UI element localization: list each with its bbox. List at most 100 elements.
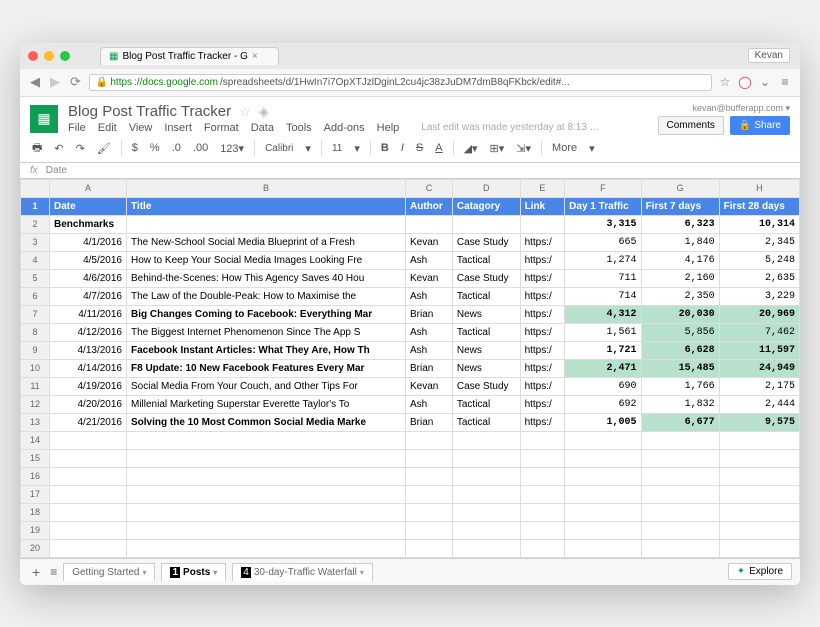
font-size[interactable]: 11	[330, 143, 344, 154]
browser-tab[interactable]: ▦ Blog Post Traffic Tracker - G ×	[100, 47, 279, 65]
sheet-tab-posts[interactable]: 1Posts▾	[161, 563, 226, 581]
fx-icon: fx	[30, 165, 38, 176]
doc-title[interactable]: Blog Post Traffic Tracker	[68, 103, 231, 120]
share-icon: 🔒	[739, 120, 751, 131]
italic-icon[interactable]: I	[399, 142, 406, 154]
print-icon[interactable]: 🖶	[30, 139, 44, 158]
col-header-f[interactable]: F	[565, 179, 641, 197]
col-header-c[interactable]: C	[406, 179, 453, 197]
menu-icon[interactable]: ≡	[778, 75, 792, 89]
table-row[interactable]: 84/12/2016The Biggest Internet Phenomeno…	[21, 323, 800, 341]
borders-icon[interactable]: ⊞▾	[488, 142, 507, 155]
increase-decimal-icon[interactable]: .00	[191, 142, 210, 154]
sheet-tab-waterfall[interactable]: 430-day-Traffic Waterfall▾	[232, 563, 373, 581]
star-icon[interactable]: ☆	[239, 104, 251, 120]
sheets-logo[interactable]: ▦	[30, 105, 58, 133]
paint-format-icon[interactable]: 🖌	[95, 142, 113, 155]
back-button[interactable]: ◀	[28, 74, 42, 90]
table-row[interactable]: 44/5/2016How to Keep Your Social Media I…	[21, 251, 800, 269]
table-row[interactable]: 15	[21, 449, 800, 467]
explore-icon: ✦	[737, 566, 745, 577]
col-header-h[interactable]: H	[719, 179, 799, 197]
maximize-window-button[interactable]	[60, 51, 70, 61]
comments-button[interactable]: Comments	[658, 116, 724, 135]
menu-insert[interactable]: Insert	[164, 122, 192, 134]
sheet-tabs-bar: + ≡ Getting Started▾ 1Posts▾ 430-day-Tra…	[20, 558, 800, 585]
tab-close-icon[interactable]: ×	[252, 51, 258, 62]
col-header-b[interactable]: B	[127, 179, 406, 197]
col-header-e[interactable]: E	[520, 179, 565, 197]
currency-icon[interactable]: $	[130, 142, 140, 154]
menu-bar: File Edit View Insert Format Data Tools …	[68, 122, 648, 134]
column-headers: A B C D E F G H	[21, 179, 800, 197]
explore-button[interactable]: ✦Explore	[728, 563, 792, 580]
menu-help[interactable]: Help	[377, 122, 400, 134]
fill-color-icon[interactable]: ◢▾	[462, 142, 480, 155]
add-sheet-button[interactable]: +	[28, 564, 44, 580]
spreadsheet-grid[interactable]: A B C D E F G H 1DateTitleAuthorCatagory…	[20, 179, 800, 558]
table-row[interactable]: 134/21/2016Solving the 10 Most Common So…	[21, 413, 800, 431]
url-path: /spreadsheets/d/1HwIn7i7OpXTJzlDginL2cu4…	[220, 77, 570, 88]
percent-icon[interactable]: %	[148, 142, 162, 154]
user-email[interactable]: kevan@bufferapp.com ▾	[692, 103, 790, 114]
url-protocol: https	[110, 77, 132, 88]
table-row[interactable]: 34/1/2016The New-School Social Media Blu…	[21, 233, 800, 251]
table-row[interactable]: 114/19/2016Social Media From Your Couch,…	[21, 377, 800, 395]
table-row[interactable]: 124/20/2016Millenial Marketing Superstar…	[21, 395, 800, 413]
profile-button[interactable]: Kevan	[748, 48, 790, 63]
menu-edit[interactable]: Edit	[98, 122, 117, 134]
merge-icon[interactable]: ⇲▾	[514, 142, 533, 155]
menu-format[interactable]: Format	[204, 122, 239, 134]
menu-view[interactable]: View	[129, 122, 153, 134]
pocket-icon[interactable]: ⌄	[758, 75, 772, 89]
reload-button[interactable]: ⟳	[68, 74, 83, 90]
table-row[interactable]: 20	[21, 539, 800, 557]
table-row[interactable]: 17	[21, 485, 800, 503]
bold-icon[interactable]: B	[379, 142, 391, 154]
table-row[interactable]: 64/7/2016The Law of the Double-Peak: How…	[21, 287, 800, 305]
redo-icon[interactable]: ↷	[74, 142, 87, 155]
font-select[interactable]: Calibri	[263, 143, 295, 154]
last-edit-status: Last edit was made yesterday at 8:13 …	[421, 122, 599, 134]
table-row[interactable]: 74/11/2016Big Changes Coming to Facebook…	[21, 305, 800, 323]
forward-button[interactable]: ▶	[48, 74, 62, 90]
table-row[interactable]: 14	[21, 431, 800, 449]
toolbar: 🖶 ↶ ↷ 🖌 $ % .0 .00 123▾ Calibri▾ 11▾ B I…	[20, 135, 800, 163]
formula-input[interactable]: Date	[46, 165, 67, 176]
opera-icon[interactable]: ◯	[738, 75, 752, 89]
more-formats[interactable]: 123▾	[218, 142, 246, 155]
menu-data[interactable]: Data	[251, 122, 274, 134]
titlebar: ▦ Blog Post Traffic Tracker - G × Kevan	[20, 43, 800, 69]
share-button[interactable]: 🔒Share	[730, 116, 790, 135]
all-sheets-button[interactable]: ≡	[50, 565, 57, 579]
minimize-window-button[interactable]	[44, 51, 54, 61]
close-window-button[interactable]	[28, 51, 38, 61]
more-toolbar[interactable]: More	[550, 142, 579, 154]
bookmark-icon[interactable]: ☆	[718, 75, 732, 89]
sheet-tab-getting-started[interactable]: Getting Started▾	[63, 563, 155, 581]
tab-title: Blog Post Traffic Tracker - G	[122, 51, 247, 62]
undo-icon[interactable]: ↶	[52, 142, 65, 155]
col-header-a[interactable]: A	[50, 179, 127, 197]
table-row[interactable]: 18	[21, 503, 800, 521]
table-row[interactable]: 54/6/2016Behind-the-Scenes: How This Age…	[21, 269, 800, 287]
menu-addons[interactable]: Add-ons	[324, 122, 365, 134]
text-color-icon[interactable]: A	[433, 142, 444, 154]
menu-file[interactable]: File	[68, 122, 86, 134]
tab-favicon: ▦	[109, 51, 118, 62]
table-row[interactable]: 16	[21, 467, 800, 485]
decrease-decimal-icon[interactable]: .0	[170, 142, 183, 154]
browser-window: ▦ Blog Post Traffic Tracker - G × Kevan …	[20, 43, 800, 585]
table-row[interactable]: 1DateTitleAuthorCatagoryLinkDay 1 Traffi…	[21, 197, 800, 215]
table-row[interactable]: 19	[21, 521, 800, 539]
table-row[interactable]: 2Benchmarks3,3156,32310,314	[21, 215, 800, 233]
table-row[interactable]: 94/13/2016Facebook Instant Articles: Wha…	[21, 341, 800, 359]
address-bar[interactable]: 🔒 https ://docs.google.com /spreadsheets…	[89, 74, 712, 91]
strike-icon[interactable]: S	[414, 142, 425, 154]
col-header-g[interactable]: G	[641, 179, 719, 197]
menu-tools[interactable]: Tools	[286, 122, 312, 134]
url-bar: ◀ ▶ ⟳ 🔒 https ://docs.google.com /spread…	[20, 69, 800, 97]
drive-icon[interactable]: ◈	[259, 104, 269, 120]
col-header-d[interactable]: D	[452, 179, 520, 197]
table-row[interactable]: 104/14/2016F8 Update: 10 New Facebook Fe…	[21, 359, 800, 377]
